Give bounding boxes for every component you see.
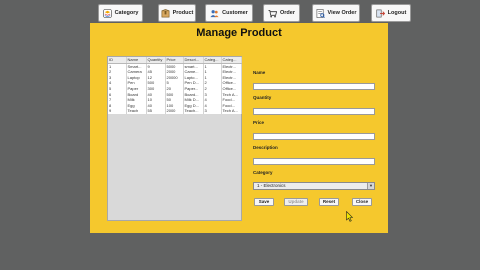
description-field[interactable]	[253, 158, 375, 165]
table-cell: 9	[108, 108, 127, 114]
customer-icon	[210, 9, 219, 17]
nav-view-order-label: View Order	[327, 10, 357, 16]
nav-order-label: Order	[280, 10, 295, 16]
save-button[interactable]: Save	[254, 198, 274, 206]
nav-product-button[interactable]: Product	[158, 4, 196, 22]
column-header[interactable]: Quantity	[146, 57, 166, 64]
nav-order-button[interactable]: Order	[263, 4, 300, 22]
reset-button[interactable]: Reset	[319, 198, 339, 206]
table-cell: 2000	[165, 108, 184, 114]
nav-customer-button[interactable]: Customer	[205, 4, 253, 22]
quantity-label: Quantity	[253, 95, 272, 100]
update-button[interactable]: Update	[284, 198, 308, 206]
chevron-down-icon[interactable]: ▼	[367, 183, 374, 189]
mouse-pointer-icon	[346, 211, 353, 222]
order-icon	[268, 9, 277, 17]
name-label: Name	[253, 70, 266, 75]
product-table-grid: ID Name Quantity Price Descri... Categ..…	[108, 57, 242, 114]
nav-view-order-button[interactable]: View Order	[312, 4, 360, 22]
table-cell: Teach...	[183, 108, 204, 114]
table-cell: Teach	[126, 108, 147, 114]
table-cell: Tech A...	[221, 108, 242, 114]
category-select-value: 1 - Electronics	[257, 183, 286, 188]
quantity-field[interactable]	[253, 108, 375, 115]
nav-product-label: Product	[172, 10, 194, 16]
price-field[interactable]	[253, 133, 375, 140]
nav-customer-label: Customer	[222, 10, 248, 16]
column-header[interactable]: Categ...	[203, 57, 222, 64]
nav-category-button[interactable]: Category	[98, 4, 143, 22]
category-icon	[102, 8, 112, 18]
category-label: Category	[253, 170, 273, 175]
logout-icon	[376, 9, 385, 17]
view-order-icon	[316, 8, 325, 18]
page-title: Manage Product	[196, 27, 282, 39]
category-select[interactable]: 1 - Electronics ▼	[253, 182, 375, 190]
nav-category-label: Category	[114, 10, 139, 16]
description-label: Description	[253, 145, 278, 150]
nav-logout-label: Logout	[387, 10, 407, 16]
table-row[interactable]: 9 Teach 55 2000 Teach... 3 Tech A...	[108, 108, 242, 114]
manage-product-panel: Manage Product ID Name Quantity Price De…	[90, 23, 388, 233]
name-field[interactable]	[253, 83, 375, 90]
product-icon	[161, 8, 170, 17]
table-cell: 3	[203, 108, 222, 114]
table-cell: 55	[146, 108, 166, 114]
product-table[interactable]: ID Name Quantity Price Descri... Categ..…	[107, 56, 242, 221]
price-label: Price	[253, 120, 265, 125]
nav-logout-button[interactable]: Logout	[371, 4, 411, 22]
close-button[interactable]: Close	[352, 198, 372, 206]
